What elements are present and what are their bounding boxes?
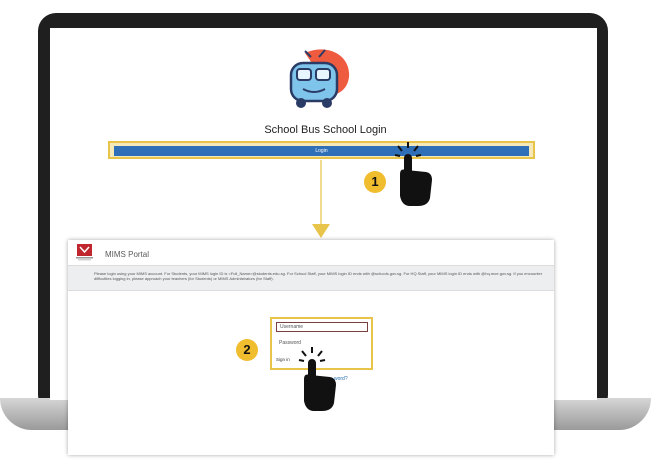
pointing-hand-icon-2	[294, 345, 340, 420]
pointing-hand-icon	[390, 140, 436, 215]
step-1-badge: 1	[364, 171, 386, 193]
step-2-badge: 2	[236, 339, 258, 361]
login-instructions: Please login using your MIMS account. Fo…	[94, 271, 543, 281]
bus-logo-icon	[283, 47, 355, 115]
login-button[interactable]: Login	[114, 146, 529, 156]
portal-header: MIMS Portal	[68, 240, 554, 265]
sign-in-button[interactable]: Sign in	[276, 357, 290, 362]
down-arrow-line	[320, 160, 322, 225]
info-strip: Please login using your MIMS account. Fo…	[68, 265, 554, 291]
username-input[interactable]: Username	[276, 322, 368, 332]
crest-icon	[76, 243, 93, 261]
portal-title: MIMS Portal	[105, 250, 150, 259]
page-title: School Bus School Login	[264, 124, 387, 136]
down-arrow-icon	[312, 224, 330, 238]
